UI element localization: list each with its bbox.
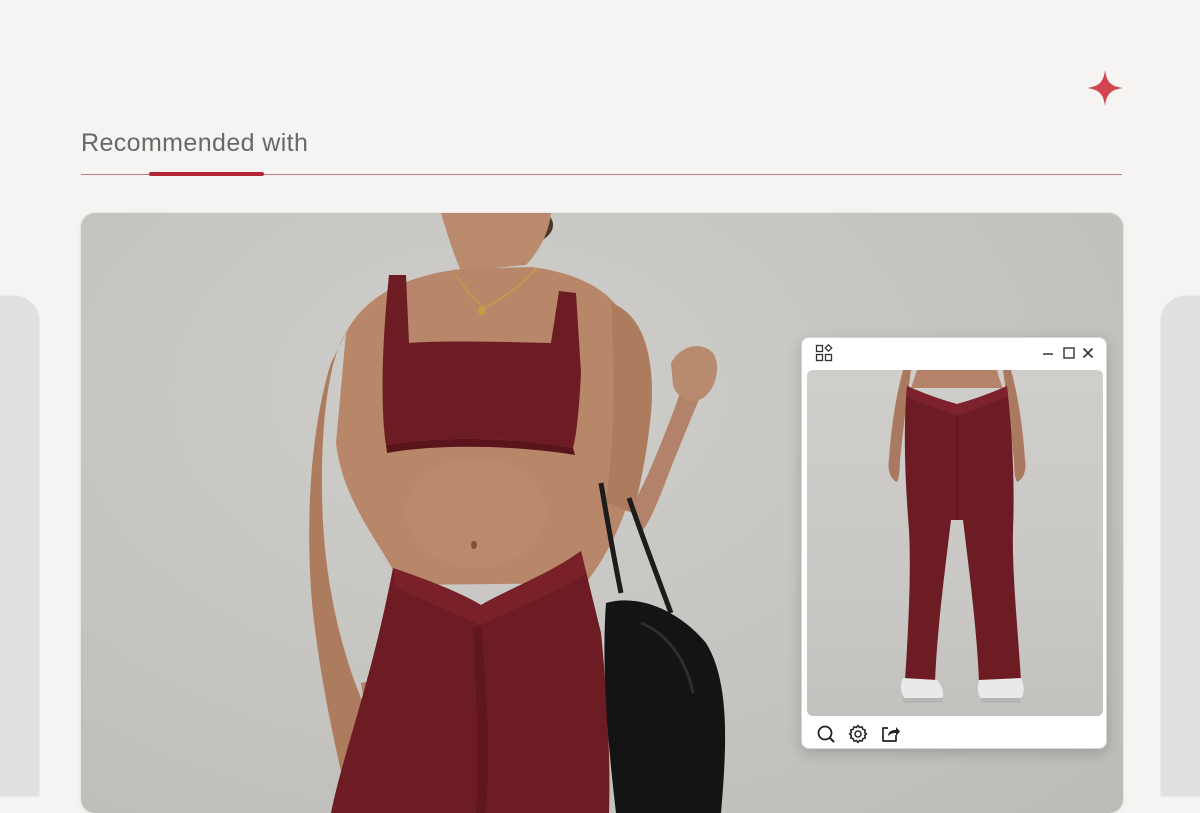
carousel-prev-card[interactable] [0,295,40,797]
viewer-titlebar[interactable] [802,338,1106,368]
section-divider-accent [149,172,264,176]
share-icon[interactable] [879,723,901,745]
search-icon[interactable] [815,723,837,745]
carousel-next-card[interactable] [1160,295,1200,797]
apps-grid-icon[interactable] [815,344,833,362]
close-icon[interactable] [1079,344,1097,362]
maximize-icon[interactable] [1060,344,1078,362]
image-viewer-window [801,337,1107,749]
viewer-product-image[interactable] [807,370,1103,716]
sparkle-icon [1087,70,1123,106]
gear-icon[interactable] [847,723,869,745]
viewer-toolbar [802,720,1106,748]
leggings-photo-illustration [888,370,1026,703]
minimize-icon[interactable] [1039,344,1057,362]
section-title: Recommended with [81,129,309,157]
